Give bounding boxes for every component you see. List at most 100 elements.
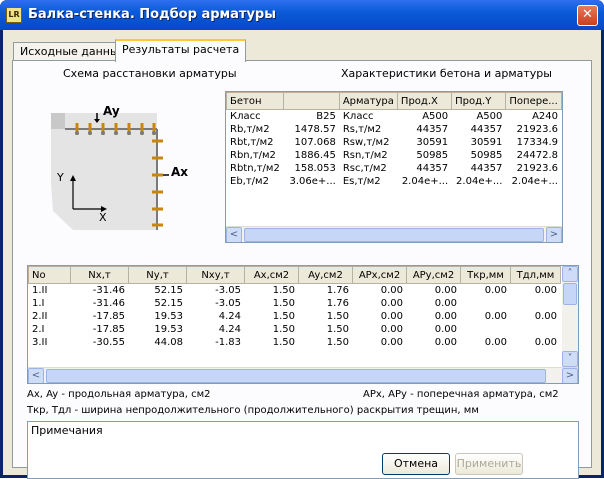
results-cell[interactable]: 0.00	[406, 335, 461, 349]
props-cell[interactable]: 50985	[396, 148, 453, 162]
results-cell[interactable]: 1.50	[244, 309, 299, 323]
props-row[interactable]: Класс B25 Класс A500 A500 A240	[226, 109, 562, 123]
tab-results[interactable]: Результаты расчета	[115, 39, 247, 62]
results-row[interactable]: 2.I -17.85 19.53 4.24 1.50 1.50 0.00 0.00	[28, 322, 561, 336]
results-cell[interactable]: 19.53	[128, 309, 187, 323]
scroll-right-icon[interactable]: >	[562, 368, 578, 383]
results-cell[interactable]: 2.I	[28, 322, 71, 336]
props-cell[interactable]: Rsc,т/м2	[338, 161, 398, 175]
props-col-value[interactable]	[283, 92, 340, 110]
results-cell[interactable]: 1.50	[244, 335, 299, 349]
results-cell[interactable]: -3.05	[186, 283, 245, 297]
props-cell[interactable]: 2.04e+...	[396, 174, 453, 188]
results-cell[interactable]: 1.I	[28, 296, 71, 310]
props-cell[interactable]: Класс	[338, 109, 398, 123]
results-cell[interactable]: 0.00	[406, 309, 461, 323]
props-cell[interactable]: Es,т/м2	[338, 174, 398, 188]
props-cell[interactable]: 107.068	[283, 135, 340, 149]
results-cell[interactable]: 1.50	[244, 283, 299, 297]
results-cell[interactable]: -17.85	[70, 322, 129, 336]
results-cell[interactable]: 0.00	[352, 309, 407, 323]
vscroll-thumb[interactable]	[563, 283, 577, 305]
results-col-ny[interactable]: Ny,т	[128, 266, 187, 284]
results-cell[interactable]: -31.46	[70, 296, 129, 310]
results-cell[interactable]: 44.08	[128, 335, 187, 349]
results-cell[interactable]	[510, 322, 561, 336]
props-cell[interactable]: Rs,т/м2	[338, 122, 398, 136]
results-col-nx[interactable]: Nx,т	[70, 266, 129, 284]
results-cell[interactable]: -3.05	[186, 296, 245, 310]
props-cell[interactable]: A240	[505, 109, 562, 123]
props-cell[interactable]: 21923.6	[505, 122, 562, 136]
results-col-apy[interactable]: APy,см2	[406, 266, 461, 284]
props-row[interactable]: Rbt,т/м2 107.068 Rsw,т/м2 30591 30591 17334.9	[226, 135, 562, 149]
results-cell[interactable]: 1.76	[298, 296, 353, 310]
results-col-ay[interactable]: Ay,см2	[298, 266, 353, 284]
results-cell[interactable]: 0.00	[406, 322, 461, 336]
props-col-rebar[interactable]: Арматура	[338, 92, 398, 110]
results-cell[interactable]: 0.00	[406, 296, 461, 310]
props-cell[interactable]: 158.053	[283, 161, 340, 175]
results-cell[interactable]: 3.II	[28, 335, 71, 349]
props-cell[interactable]: Rsw,т/м2	[338, 135, 398, 149]
results-cell[interactable]: 0.00	[510, 335, 561, 349]
results-cell[interactable]: 1.50	[298, 322, 353, 336]
props-cell[interactable]: 17334.9	[505, 135, 562, 149]
props-cell[interactable]: Eb,т/м2	[226, 174, 285, 188]
props-cell[interactable]: 30591	[451, 135, 507, 149]
props-cell[interactable]: 3.06e+...	[283, 174, 340, 188]
results-cell[interactable]: 0.00	[510, 283, 561, 297]
scroll-thumb[interactable]	[46, 369, 546, 383]
props-hscrollbar[interactable]: < >	[226, 226, 562, 242]
results-cell[interactable]: 1.50	[298, 309, 353, 323]
results-cell[interactable]: 1.50	[244, 322, 299, 336]
props-cell[interactable]: 44357	[396, 161, 453, 175]
props-row[interactable]: Rb,т/м2 1478.57 Rs,т/м2 44357 44357 21923.6	[226, 122, 562, 136]
props-cell[interactable]: Класс	[226, 109, 285, 123]
props-cell[interactable]: 44357	[451, 161, 507, 175]
results-row[interactable]: 3.II -30.55 44.08 -1.83 1.50 1.50 0.00 0.00 0.00…	[28, 335, 561, 349]
results-cell[interactable]: 0.00	[352, 335, 407, 349]
results-cell[interactable]: 1.II	[28, 283, 71, 297]
results-cell[interactable]: 0.00	[406, 283, 461, 297]
results-cell[interactable]: -1.83	[186, 335, 245, 349]
results-vscrollbar[interactable]: ˄ ˅	[562, 266, 578, 367]
cancel-button[interactable]: Отмена	[382, 453, 450, 475]
props-col-long-y[interactable]: Прод.Y	[451, 92, 507, 110]
results-col-no[interactable]: No	[28, 266, 71, 284]
results-cell[interactable]: 1.50	[244, 296, 299, 310]
results-cell[interactable]: 0.00	[510, 309, 561, 323]
props-cell[interactable]: 50985	[451, 148, 507, 162]
results-cell[interactable]: 4.24	[186, 309, 245, 323]
results-cell[interactable]: 0.00	[460, 283, 511, 297]
results-cell[interactable]	[460, 322, 511, 336]
props-cell[interactable]: 1478.57	[283, 122, 340, 136]
results-row[interactable]: 2.II -17.85 19.53 4.24 1.50 1.50 0.00 0.00 0.00 0…	[28, 309, 561, 323]
scroll-thumb[interactable]	[244, 228, 544, 242]
results-col-apx[interactable]: APx,см2	[352, 266, 407, 284]
results-row[interactable]: 1.II -31.46 52.15 -3.05 1.50 1.76 0.00 0.00 0.00…	[28, 283, 561, 297]
props-cell[interactable]: Rsn,т/м2	[338, 148, 398, 162]
results-cell[interactable]: 0.00	[352, 283, 407, 297]
scroll-right-icon[interactable]: >	[546, 227, 562, 242]
props-cell[interactable]: 44357	[396, 122, 453, 136]
results-col-ax[interactable]: Ax,см2	[244, 266, 299, 284]
results-col-nxy[interactable]: Nxy,т	[186, 266, 245, 284]
props-row[interactable]: Rbn,т/м2 1886.45 Rsn,т/м2 50985 50985 24472.8	[226, 148, 562, 162]
props-cell[interactable]: 2.04e+...	[451, 174, 507, 188]
results-cell[interactable]: 2.II	[28, 309, 71, 323]
results-cell[interactable]: 0.00	[460, 309, 511, 323]
results-hscrollbar[interactable]: < >	[28, 367, 578, 383]
props-cell[interactable]: Rbn,т/м2	[226, 148, 285, 162]
props-col-long-x[interactable]: Прод.X	[396, 92, 453, 110]
results-cell[interactable]: 1.76	[298, 283, 353, 297]
close-button[interactable]: ✕	[577, 5, 598, 26]
results-cell[interactable]: -30.55	[70, 335, 129, 349]
results-cell[interactable]: 19.53	[128, 322, 187, 336]
results-cell[interactable]: 4.24	[186, 322, 245, 336]
results-cell[interactable]: 52.15	[128, 296, 187, 310]
results-cell[interactable]	[460, 296, 511, 310]
results-col-tcr[interactable]: Ткр,мм	[460, 266, 511, 284]
props-cell[interactable]: 21923.6	[505, 161, 562, 175]
props-cell[interactable]: 2.04e+...	[505, 174, 562, 188]
